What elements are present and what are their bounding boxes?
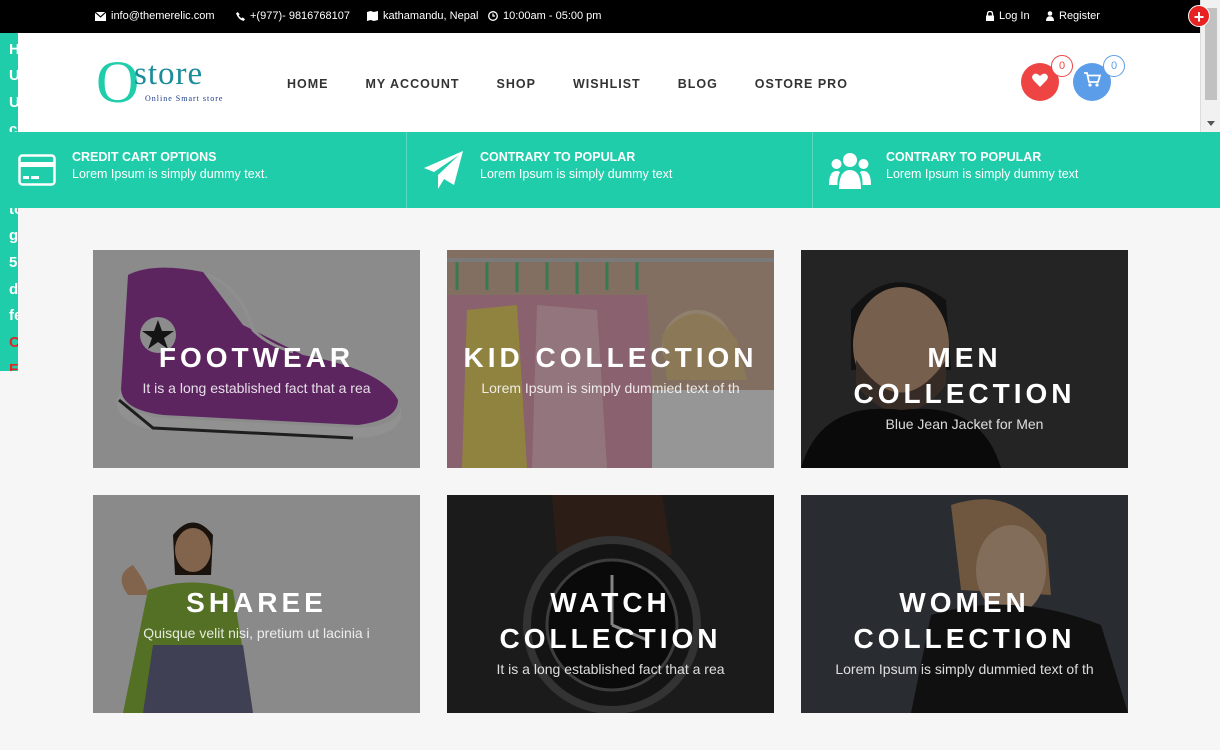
- contact-email[interactable]: info@themerelic.com: [95, 10, 214, 22]
- side-panel-text: 5: [9, 254, 18, 271]
- logo-tagline: Online Smart store: [145, 94, 224, 103]
- tile-caption: MEN COLLECTION Blue Jean Jacket for Men: [801, 340, 1128, 432]
- side-panel-text: U: [9, 67, 18, 84]
- tile-caption: WATCH COLLECTION It is a long establishe…: [447, 585, 774, 677]
- tile-title: SHAREE: [186, 587, 327, 618]
- feature-title: CONTRARY TO POPULAR: [480, 150, 636, 164]
- nav-my-account[interactable]: MY ACCOUNT: [366, 77, 460, 91]
- feature-desc: Lorem Ipsum is simply dummy text.: [72, 167, 268, 181]
- wishlist-button[interactable]: 0: [1021, 55, 1073, 101]
- feature-title: CONTRARY TO POPULAR: [886, 150, 1042, 164]
- plus-icon[interactable]: +: [1188, 5, 1210, 27]
- paper-plane-icon: [424, 151, 464, 194]
- logo-text: store: [134, 56, 204, 92]
- login-link[interactable]: Log In: [986, 10, 1030, 22]
- phone-icon: [236, 11, 245, 21]
- tile-title: MEN: [927, 342, 1002, 373]
- scroll-down-arrow-icon[interactable]: [1207, 121, 1215, 126]
- top-bar: info@themerelic.com +(977)- 9816768107 k…: [0, 0, 1200, 33]
- nav-wishlist[interactable]: WISHLIST: [573, 77, 641, 91]
- tile-title: FOOTWEAR: [158, 342, 355, 373]
- logo-letter: O: [96, 49, 140, 115]
- map-icon: [367, 11, 378, 21]
- tile-title: WATCH: [550, 587, 671, 618]
- cart-button[interactable]: 0: [1073, 55, 1125, 101]
- contact-location: kathamandu, Nepal: [367, 10, 478, 22]
- category-tile-women-collection[interactable]: WOMEN COLLECTION Lorem Ipsum is simply d…: [801, 495, 1128, 713]
- category-tile-men-collection[interactable]: MEN COLLECTION Blue Jean Jacket for Men: [801, 250, 1128, 468]
- feature-title: CREDIT CART OPTIONS: [72, 150, 217, 164]
- features-band: CREDIT CART OPTIONS Lorem Ipsum is simpl…: [0, 132, 1220, 208]
- main-nav: HOME MY ACCOUNT SHOP WISHLIST BLOG OSTOR…: [287, 77, 885, 91]
- tile-subtitle: It is a long established fact that a rea: [142, 380, 371, 396]
- site-logo[interactable]: O store Online Smart store: [96, 52, 246, 112]
- category-tile-kid-collection[interactable]: KID COLLECTION Lorem Ipsum is simply dum…: [447, 250, 774, 468]
- feature-contrary-1: CONTRARY TO POPULAR Lorem Ipsum is simpl…: [406, 132, 812, 208]
- tile-subtitle: Lorem Ipsum is simply dummied text of th: [481, 380, 740, 396]
- tile-subtitle: Blue Jean Jacket for Men: [885, 416, 1044, 432]
- category-tile-watch-collection[interactable]: WATCH COLLECTION It is a long establishe…: [447, 495, 774, 713]
- contact-phone[interactable]: +(977)- 9816768107: [236, 10, 350, 22]
- clock-icon: [488, 11, 498, 21]
- tile-caption: SHAREE Quisque velit nisi, pretium ut la…: [93, 585, 420, 641]
- feature-contrary-2: CONTRARY TO POPULAR Lorem Ipsum is simpl…: [812, 132, 1200, 208]
- cart-count-badge: 0: [1103, 55, 1125, 77]
- nav-blog[interactable]: BLOG: [678, 77, 718, 91]
- tile-title: COLLECTION: [499, 623, 722, 654]
- tile-title: COLLECTION: [853, 378, 1076, 409]
- category-tile-footwear[interactable]: FOOTWEAR It is a long established fact t…: [93, 250, 420, 468]
- nav-shop[interactable]: SHOP: [497, 77, 536, 91]
- users-icon: [829, 151, 871, 194]
- feature-credit-cart: CREDIT CART OPTIONS Lorem Ipsum is simpl…: [0, 132, 406, 208]
- nav-ostore-pro[interactable]: OSTORE PRO: [755, 77, 848, 91]
- tile-caption: KID COLLECTION Lorem Ipsum is simply dum…: [447, 340, 774, 396]
- nav-home[interactable]: HOME: [287, 77, 329, 91]
- business-hours: 10:00am - 05:00 pm: [488, 10, 601, 22]
- credit-card-icon: [18, 154, 56, 191]
- feature-desc: Lorem Ipsum is simply dummy text: [886, 167, 1079, 181]
- tile-caption: FOOTWEAR It is a long established fact t…: [93, 340, 420, 396]
- side-panel-text: H: [9, 41, 18, 58]
- heart-icon: [1032, 73, 1048, 92]
- user-icon: [1046, 11, 1054, 21]
- side-panel-text: U: [9, 94, 18, 111]
- tile-caption: WOMEN COLLECTION Lorem Ipsum is simply d…: [801, 585, 1128, 677]
- side-panel-text: C: [9, 334, 18, 351]
- register-link[interactable]: Register: [1046, 10, 1100, 22]
- side-panel-text: d: [9, 281, 18, 298]
- cart-icon: [1083, 72, 1101, 92]
- tile-title: COLLECTION: [853, 623, 1076, 654]
- tile-subtitle: Lorem Ipsum is simply dummied text of th: [835, 661, 1094, 677]
- wishlist-count-badge: 0: [1051, 55, 1073, 77]
- feature-desc: Lorem Ipsum is simply dummy text: [480, 167, 673, 181]
- tile-title: WOMEN: [899, 587, 1030, 618]
- side-panel-text: fe: [9, 307, 18, 324]
- tile-subtitle: It is a long established fact that a rea: [496, 661, 725, 677]
- side-panel-text: F: [9, 361, 18, 371]
- envelope-icon: [95, 11, 106, 21]
- tile-subtitle: Quisque velit nisi, pretium ut lacinia i: [143, 625, 370, 641]
- site-header: O store Online Smart store HOME MY ACCOU…: [18, 33, 1200, 132]
- tile-title: KID COLLECTION: [463, 342, 758, 373]
- category-tile-sharee[interactable]: SHAREE Quisque velit nisi, pretium ut la…: [93, 495, 420, 713]
- lock-icon: [986, 11, 994, 21]
- side-panel-text: g: [9, 227, 18, 244]
